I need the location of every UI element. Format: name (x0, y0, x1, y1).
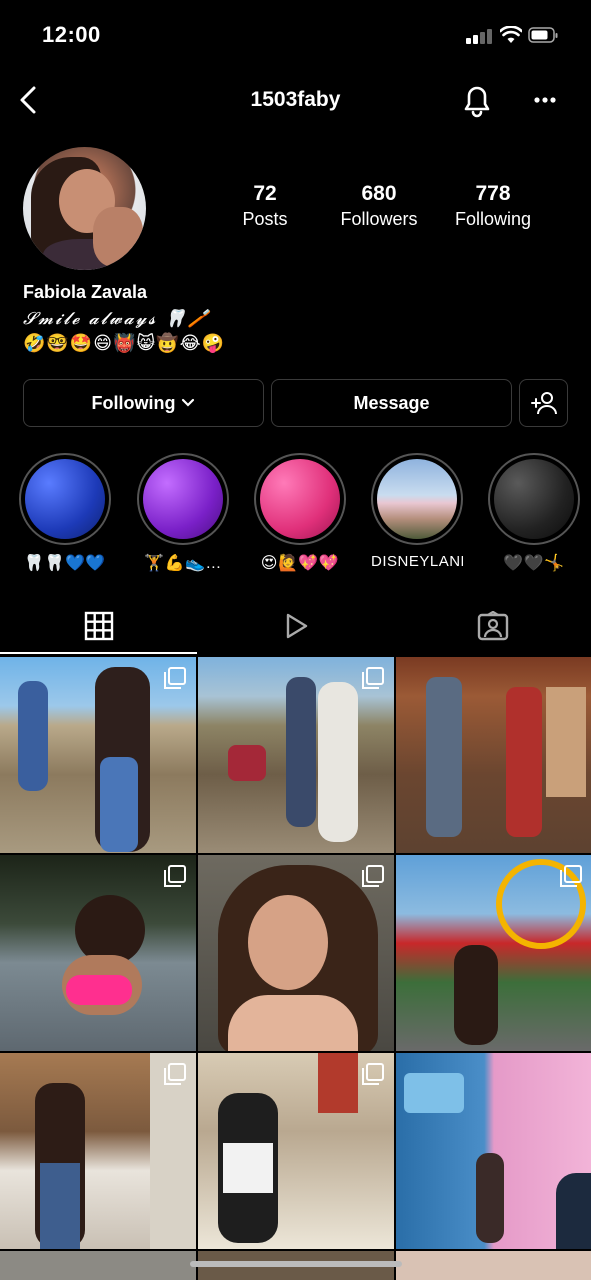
highlight-3[interactable]: 😍🙋💖💖 (254, 453, 346, 573)
posts-label: Posts (242, 209, 288, 229)
profile-bio: Fabiola Zavala 𝓢𝓶𝓲𝓵𝓮 𝓪𝓵𝔀𝓪𝔂𝓼 🦷🪥 🤣🤓🤩😄👹😸🤠😂🤪 (23, 282, 563, 354)
following-stat[interactable]: 778 Following (433, 182, 553, 230)
status-bar: 12:00 (0, 0, 591, 70)
multiple-photos-icon (164, 667, 186, 689)
highlight-cover (25, 459, 105, 539)
post-thumbnail[interactable] (396, 1251, 591, 1280)
profile-username: 1503faby (250, 88, 341, 111)
message-button-label: Message (353, 392, 430, 413)
highlight-cover (494, 459, 574, 539)
highlight-label: 🏋️💪👟… (144, 555, 222, 572)
multiple-photos-icon (362, 667, 384, 689)
suggested-users-button[interactable] (519, 379, 568, 427)
battery-icon (528, 27, 558, 43)
wifi-icon (500, 26, 522, 43)
profile-avatar[interactable] (23, 147, 146, 270)
posts-count: 72 (253, 182, 277, 205)
highlight-label: DISNEYLAND (371, 553, 463, 570)
play-icon (286, 613, 307, 639)
post-thumbnail[interactable] (0, 657, 196, 853)
post-thumbnail[interactable] (0, 1251, 196, 1280)
multiple-photos-icon (362, 865, 384, 887)
chevron-down-icon (182, 398, 195, 407)
post-thumbnail[interactable] (198, 855, 394, 1051)
profile-full-name: Fabiola Zavala (23, 282, 148, 302)
post-thumbnail[interactable] (198, 1053, 394, 1249)
posts-stat[interactable]: 72 Posts (205, 182, 325, 230)
following-button[interactable]: Following (23, 379, 264, 427)
post-thumbnail[interactable] (198, 657, 394, 853)
status-time: 12:00 (42, 22, 101, 47)
profile-header: 1503faby (0, 72, 591, 128)
multiple-photos-icon (164, 1063, 186, 1085)
bio-tagline: 𝓢𝓶𝓲𝓵𝓮 𝓪𝓵𝔀𝓪𝔂𝓼 🦷🪥 (23, 309, 212, 329)
grid-icon (84, 611, 113, 641)
followers-count: 680 (361, 182, 397, 205)
home-indicator[interactable] (190, 1261, 402, 1267)
multiple-photos-icon (362, 1063, 384, 1085)
tab-tagged[interactable] (394, 598, 591, 654)
post-thumbnail[interactable] (396, 855, 591, 1051)
highlight-cover (260, 459, 340, 539)
profile-tabs (0, 598, 591, 656)
highlight-cover (377, 459, 457, 539)
followers-label: Followers (340, 209, 418, 229)
message-button[interactable]: Message (271, 379, 512, 427)
highlight-cover (143, 459, 223, 539)
tagged-person-icon (477, 611, 508, 641)
notification-bell-icon[interactable] (460, 82, 494, 118)
multiple-photos-icon (164, 865, 186, 887)
post-thumbnail[interactable] (0, 1053, 196, 1249)
following-label: Following (454, 209, 532, 229)
tab-grid[interactable] (0, 598, 197, 654)
post-thumbnail[interactable] (0, 855, 196, 1051)
tab-reels[interactable] (197, 598, 394, 654)
highlight-2[interactable]: 🏋️💪👟… (137, 453, 229, 573)
highlight-label: 😍🙋💖💖 (260, 555, 340, 572)
highlight-4[interactable]: DISNEYLAND (371, 453, 463, 570)
add-user-icon (530, 392, 557, 415)
followers-stat[interactable]: 680 Followers (319, 182, 439, 230)
post-thumbnail[interactable] (396, 1053, 591, 1249)
bio-emojis: 🤣🤓🤩😄👹😸🤠😂🤪 (23, 333, 226, 353)
following-count: 778 (475, 182, 511, 205)
highlight-1[interactable]: 🦷🦷💙💙 (19, 453, 111, 573)
highlight-label: 🖤🖤🤸 (503, 555, 565, 572)
more-options-icon[interactable] (530, 86, 560, 114)
highlight-5[interactable]: 🖤🖤🤸 (488, 453, 580, 573)
cellular-signal-icon (466, 28, 494, 44)
following-button-label: Following (91, 392, 176, 413)
highlight-label: 🦷🦷💙💙 (24, 555, 106, 572)
active-tab-indicator (0, 652, 197, 654)
post-thumbnail[interactable] (396, 657, 591, 853)
multiple-photos-icon (560, 865, 582, 887)
